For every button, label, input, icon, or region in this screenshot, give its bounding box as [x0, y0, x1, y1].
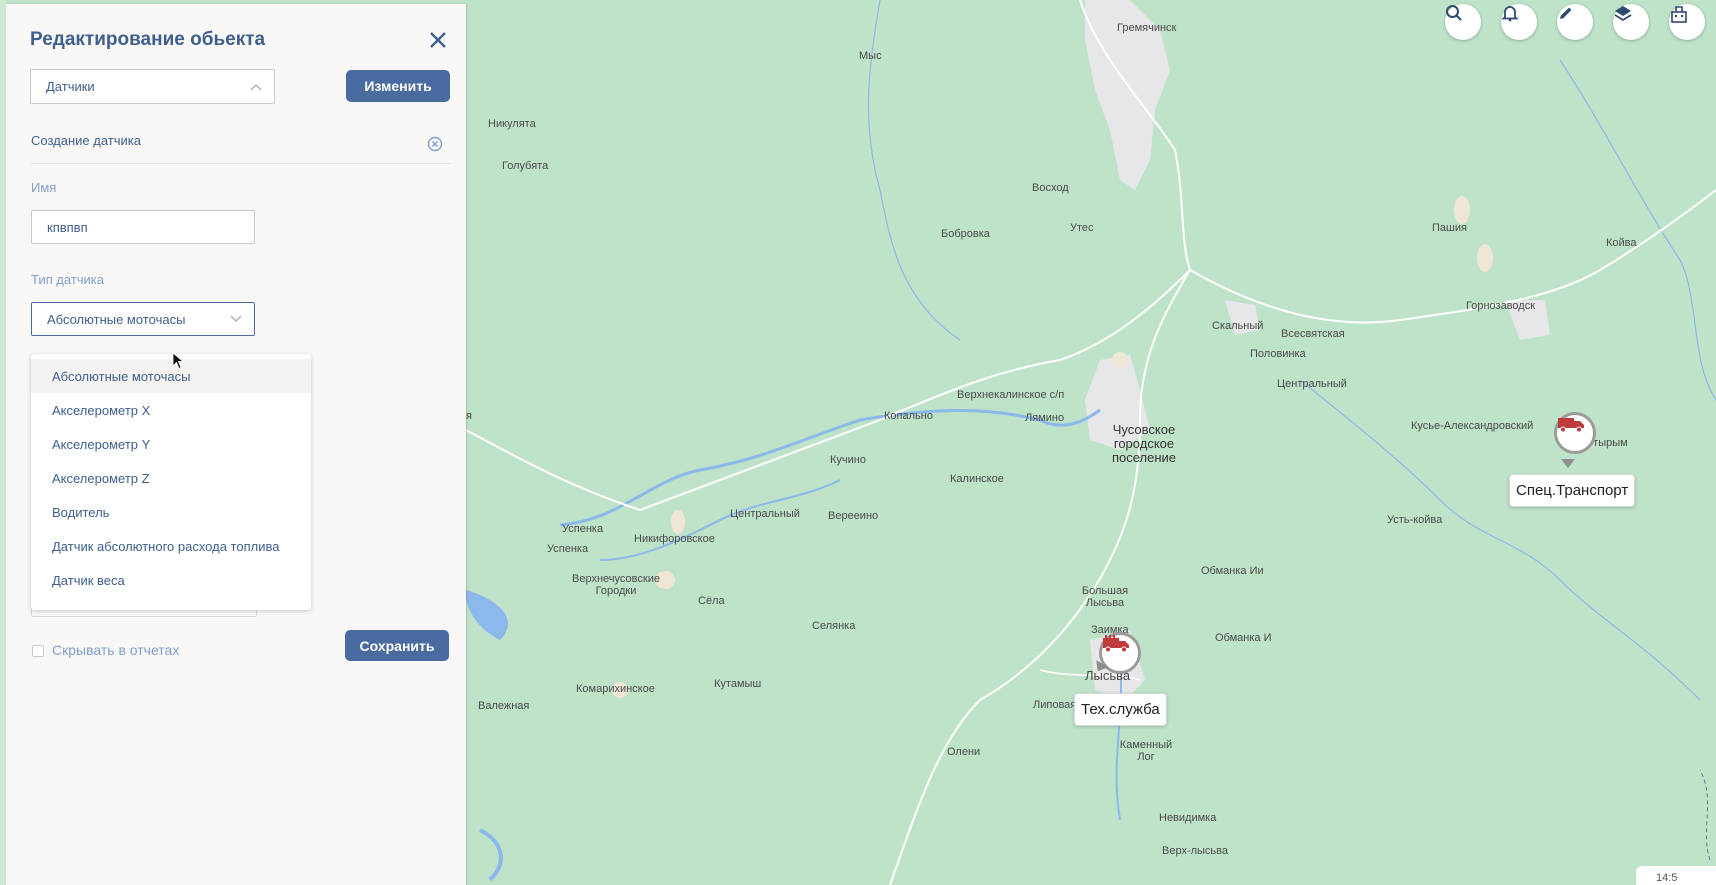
place-label: я — [466, 410, 472, 422]
place-label: Валежная — [478, 700, 530, 712]
place-label: Копально — [884, 410, 933, 422]
pencil-icon — [1560, 7, 1572, 19]
bell-icon — [1501, 6, 1519, 22]
section-select[interactable]: Датчики — [30, 69, 275, 104]
save-button[interactable]: Сохранить — [345, 630, 449, 661]
place-label: Никифоровское — [634, 533, 715, 545]
place-label: Верхнекалинское с/п — [957, 389, 1065, 401]
place-label: Верхнечусовские Городки — [572, 573, 660, 597]
buildings-button[interactable] — [1669, 4, 1705, 40]
place-label: Центральный — [1277, 378, 1347, 390]
dropdown-option[interactable]: Акселерометр Z — [31, 461, 311, 495]
close-button[interactable] — [426, 28, 450, 52]
chevron-up-icon — [250, 83, 262, 90]
name-label: Имя — [31, 180, 57, 195]
marker-pointer — [1561, 459, 1575, 468]
place-label: Усть-койва — [1387, 514, 1443, 526]
dropdown-option[interactable]: Акселерометр Y — [31, 427, 311, 461]
place-label: Горнозаводск — [1466, 300, 1536, 312]
panel-title: Редактирование обьекта — [30, 29, 266, 50]
chevron-down-icon — [230, 315, 242, 322]
dropdown-option[interactable]: Датчик веса — [31, 563, 311, 597]
place-label: Калинское — [950, 473, 1004, 485]
edit-button[interactable] — [1557, 4, 1593, 40]
place-label: Невидимка — [1159, 812, 1217, 824]
dropdown-option[interactable]: Акселерометр X — [31, 393, 311, 427]
place-label: Сёла — [698, 595, 725, 607]
name-input-value: кпвпвп — [47, 219, 88, 235]
mouse-cursor-icon — [172, 352, 184, 370]
place-label: Всесвятская — [1281, 328, 1345, 340]
truck-icon — [1558, 418, 1584, 433]
place-label: Лямино — [1025, 412, 1065, 424]
search-icon — [1446, 5, 1462, 21]
place-label: Койва — [1606, 237, 1637, 249]
place-label: Половинка — [1250, 348, 1306, 360]
subsection-title: Создание датчика — [31, 133, 141, 148]
place-label: Комарихинское — [576, 683, 655, 695]
place-label: Большая Лысьва — [1081, 585, 1129, 609]
vehicle-label[interactable]: Спец.Транспорт — [1509, 474, 1636, 507]
vehicle-label[interactable]: Тех.служба — [1074, 693, 1167, 726]
place-label: Успенка — [562, 523, 604, 535]
vehicle-marker-spec[interactable] — [1554, 412, 1596, 454]
edit-mode-button[interactable]: Изменить — [346, 70, 450, 102]
hide-in-reports-checkbox[interactable] — [32, 645, 44, 657]
place-label: Пашия — [1432, 222, 1467, 234]
search-button[interactable] — [1445, 4, 1481, 40]
place-label: Кутамыш — [714, 678, 762, 690]
edit-object-panel: Редактирование обьекта Датчики Изменить … — [6, 4, 466, 885]
place-label: Гремячинск — [1117, 22, 1177, 34]
name-input[interactable]: кпвпвп — [31, 210, 255, 244]
sensor-type-label: Тип датчика — [31, 272, 105, 287]
place-label: Олени — [947, 746, 981, 758]
divider — [31, 163, 451, 164]
place-label: Бобровка — [941, 228, 990, 240]
place-label: Верееино — [828, 510, 879, 522]
dropdown-option[interactable]: Водитель — [31, 495, 311, 529]
place-label: Мыс — [859, 50, 882, 62]
place-label: Селянка — [812, 620, 856, 632]
clock: 14:5 — [1636, 866, 1716, 885]
sensor-type-dropdown: Абсолютные моточасы Акселерометр X Аксел… — [31, 354, 311, 610]
hide-in-reports-label[interactable]: Скрывать в отчетах — [52, 642, 179, 658]
place-label: Кучино — [830, 454, 866, 466]
place-label: Каменный Лог — [1119, 739, 1173, 763]
place-label: Утес — [1070, 222, 1094, 234]
place-label: Голубята — [502, 160, 549, 172]
remove-circle-icon[interactable] — [427, 136, 443, 152]
building-icon — [1671, 6, 1687, 23]
place-label: Обманка И — [1215, 632, 1272, 644]
place-label: Липовая — [1033, 699, 1077, 711]
sensor-type-value: Абсолютные моточасы — [47, 311, 186, 327]
section-select-value: Датчики — [46, 79, 95, 94]
place-label: Восход — [1032, 182, 1069, 194]
layers-button[interactable] — [1613, 4, 1649, 40]
city-label: Чусовское городское поселение — [1111, 422, 1177, 465]
place-label: Кусье-Александровский — [1411, 420, 1534, 432]
close-icon — [430, 32, 446, 48]
place-label: Успенка — [547, 543, 589, 555]
layers-icon — [1614, 6, 1632, 22]
service-truck-icon — [1103, 635, 1129, 653]
sensor-type-select[interactable]: Абсолютные моточасы — [31, 302, 255, 336]
place-label: Центральный — [730, 508, 800, 520]
place-label: Никулята — [488, 118, 536, 130]
place-label: Скальный — [1212, 320, 1264, 332]
dropdown-option[interactable]: Абсолютные моточасы — [31, 359, 311, 393]
notifications-button[interactable] — [1501, 4, 1537, 40]
dropdown-option[interactable]: Датчик абсолютного расхода топлива — [31, 529, 311, 563]
place-label: Обманка Ии — [1201, 565, 1264, 577]
place-label: Верх-лысьва — [1162, 845, 1229, 857]
